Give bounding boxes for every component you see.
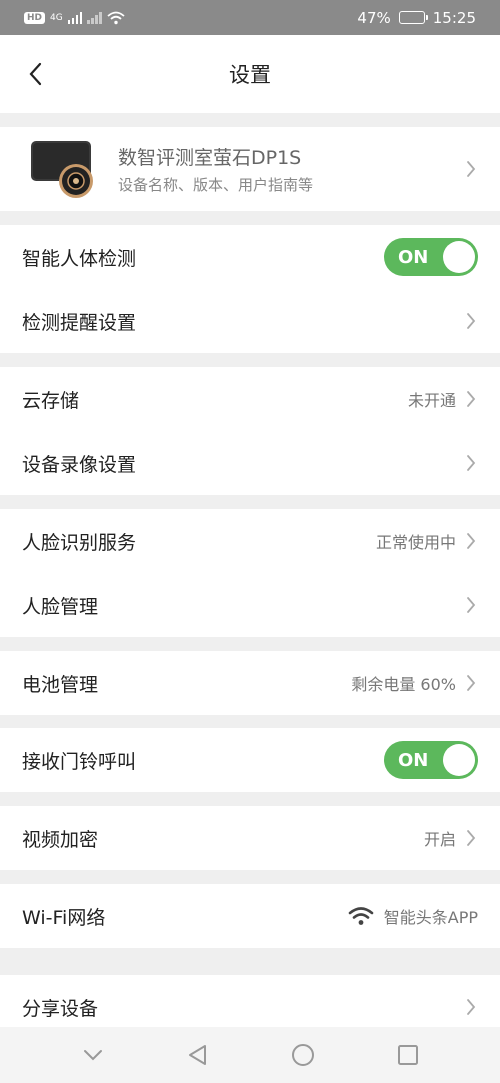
chevron-right-icon [466, 532, 478, 550]
device-card[interactable]: 数智评测室萤石DP1S 设备名称、版本、用户指南等 [0, 127, 500, 211]
doorbell-row: 接收门铃呼叫 ON [0, 728, 500, 792]
square-recents-icon [397, 1045, 418, 1065]
toggle-state: ON [398, 246, 429, 268]
wifi-value: 智能头条APP [383, 908, 478, 927]
chevron-right-icon [466, 454, 478, 472]
nav-hide-button[interactable] [75, 1037, 111, 1073]
network-type: 4G [50, 12, 63, 23]
status-bar: HD 4G 47% 15:25 [0, 0, 500, 35]
cloud-storage-value: 未开通 [407, 391, 456, 410]
doorbell-section: 接收门铃呼叫 ON [0, 728, 500, 792]
face-manage-label: 人脸管理 [22, 595, 99, 618]
chevron-right-icon [466, 829, 478, 847]
header: 设置 [0, 35, 500, 113]
video-encrypt-row[interactable]: 视频加密 开启 [0, 806, 500, 870]
recording-row[interactable]: 设备录像设置 [0, 431, 500, 495]
toggle-state: ON [398, 749, 429, 771]
system-navigation-bar [0, 1027, 500, 1083]
face-service-label: 人脸识别服务 [22, 531, 137, 554]
detection-alert-row[interactable]: 检测提醒设置 [0, 289, 500, 353]
device-image [30, 138, 102, 200]
face-service-value: 正常使用中 [375, 533, 456, 552]
nav-home-button[interactable] [285, 1037, 321, 1073]
back-button[interactable] [18, 57, 52, 91]
clock: 15:25 [432, 8, 476, 27]
nav-recents-button[interactable] [390, 1037, 426, 1073]
wifi-row[interactable]: Wi-Fi网络 智能头条APP [0, 884, 500, 948]
share-section: 分享设备 [0, 975, 500, 1027]
chevron-left-icon [29, 62, 42, 86]
toggle-knob [443, 744, 475, 776]
cloud-storage-row[interactable]: 云存储 未开通 [0, 367, 500, 431]
battery-percent: 47% [357, 8, 391, 27]
signal-icon [67, 11, 83, 24]
chevron-right-icon [466, 312, 478, 330]
wifi-label: Wi-Fi网络 [22, 906, 106, 929]
page-title: 设置 [229, 63, 271, 87]
detection-section: 智能人体检测 ON 检测提醒设置 [0, 225, 500, 353]
video-encrypt-label: 视频加密 [22, 828, 99, 851]
cloud-storage-label: 云存储 [22, 389, 80, 412]
face-manage-row[interactable]: 人脸管理 [0, 573, 500, 637]
battery-value: 剩余电量 60% [351, 675, 456, 694]
signal-2-icon [87, 11, 102, 24]
chevron-right-icon [466, 160, 478, 178]
battery-label: 电池管理 [22, 673, 99, 696]
doorbell-label: 接收门铃呼叫 [22, 750, 137, 773]
chevron-right-icon [466, 596, 478, 614]
chevron-right-icon [466, 390, 478, 408]
battery-section: 电池管理 剩余电量 60% [0, 651, 500, 715]
toggle-knob [443, 241, 475, 273]
encrypt-section: 视频加密 开启 [0, 806, 500, 870]
chevron-down-icon [83, 1050, 102, 1061]
human-detection-row: 智能人体检测 ON [0, 225, 500, 289]
nav-back-button[interactable] [180, 1037, 216, 1073]
battery-row[interactable]: 电池管理 剩余电量 60% [0, 651, 500, 715]
circle-home-icon [291, 1044, 314, 1066]
share-row[interactable]: 分享设备 [0, 975, 500, 1027]
device-subtitle: 设备名称、版本、用户指南等 [118, 176, 314, 194]
wifi-icon [348, 907, 374, 925]
battery-icon [398, 11, 428, 24]
triangle-back-icon [188, 1045, 206, 1065]
recording-label: 设备录像设置 [22, 453, 137, 476]
chevron-right-icon [466, 674, 478, 692]
wifi-section: Wi-Fi网络 智能头条APP [0, 884, 500, 948]
hd-badge: HD [24, 11, 46, 24]
video-encrypt-value: 开启 [423, 830, 456, 849]
human-detection-toggle[interactable]: ON [384, 238, 478, 276]
storage-section: 云存储 未开通 设备录像设置 [0, 367, 500, 495]
wifi-status-icon [107, 11, 125, 24]
human-detection-label: 智能人体检测 [22, 247, 137, 270]
detection-alert-label: 检测提醒设置 [22, 311, 137, 334]
device-name: 数智评测室萤石DP1S [118, 147, 302, 169]
chevron-right-icon [466, 998, 478, 1016]
doorbell-toggle[interactable]: ON [384, 741, 478, 779]
share-label: 分享设备 [22, 997, 99, 1020]
face-service-row[interactable]: 人脸识别服务 正常使用中 [0, 509, 500, 573]
face-section: 人脸识别服务 正常使用中 人脸管理 [0, 509, 500, 637]
